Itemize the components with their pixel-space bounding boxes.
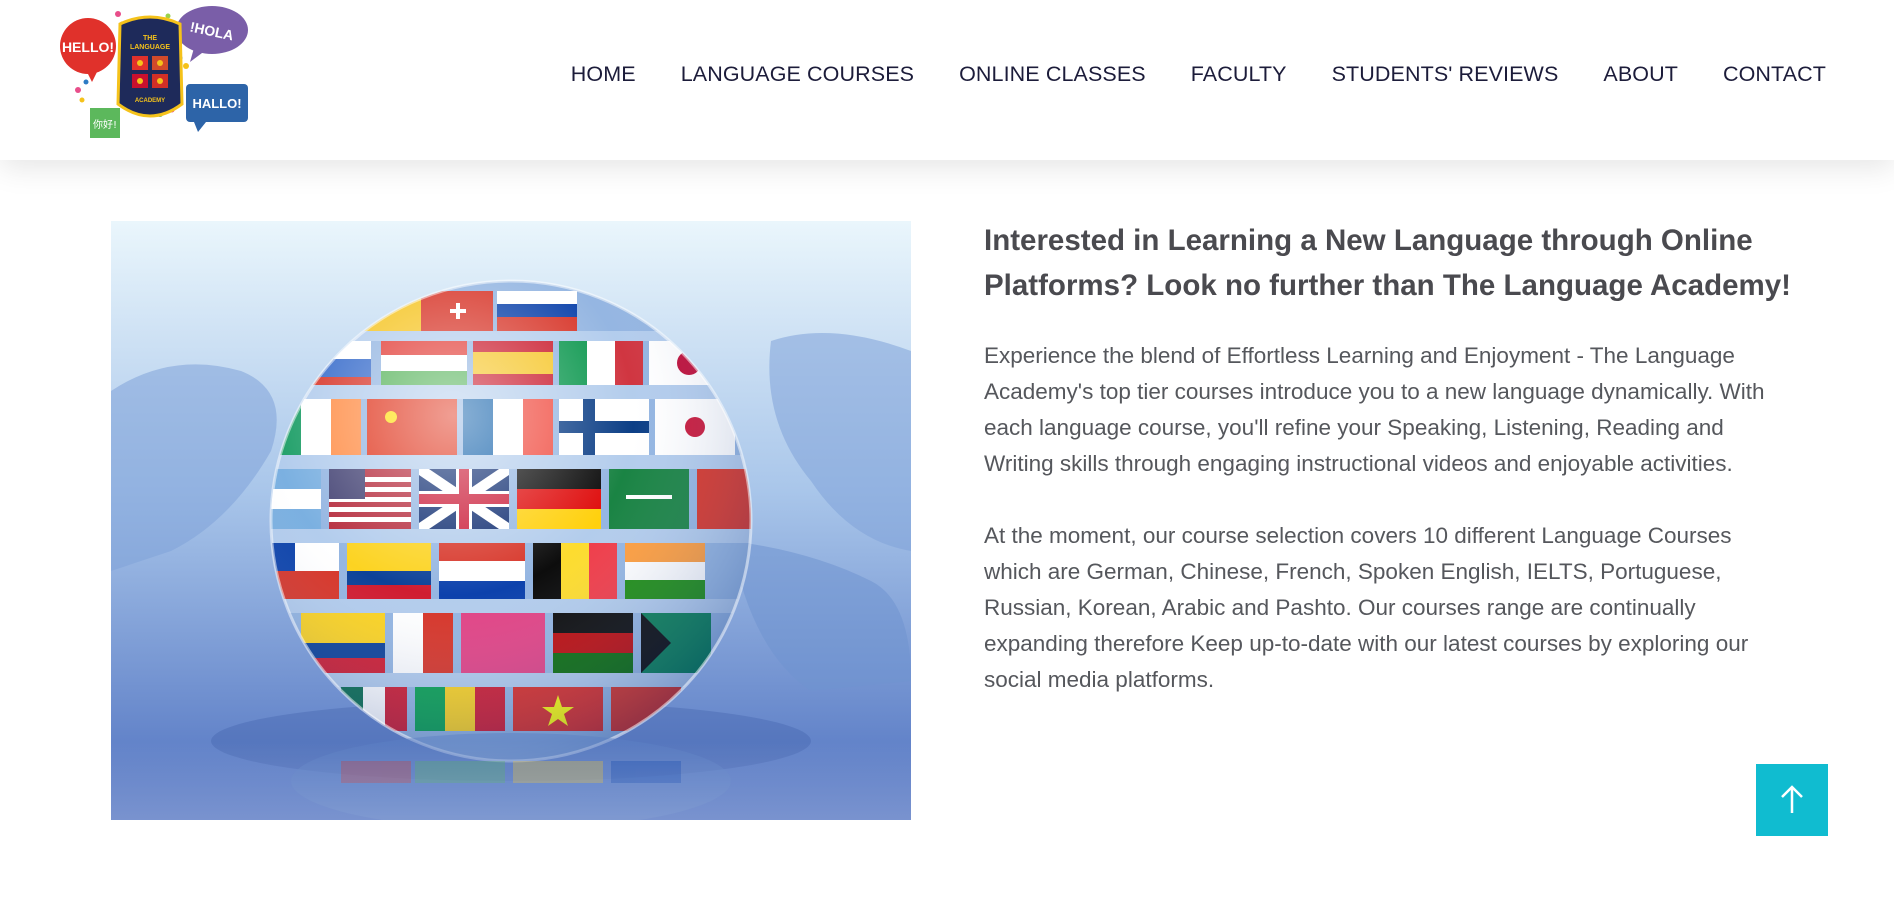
intro-paragraph-1: Experience the blend of Effortless Learn… [984, 343, 1765, 476]
logo-hello-text: HELLO! [62, 39, 114, 55]
hero-globe-image [111, 221, 911, 820]
intro-paragraph-2: At the moment, our course selection cove… [984, 523, 1749, 692]
logo-hallo-text: HALLO! [192, 96, 241, 111]
back-to-top-button[interactable] [1756, 764, 1828, 836]
main-nav: HOME LANGUAGE COURSES ONLINE CLASSES FAC… [571, 62, 1826, 87]
site-logo[interactable]: HELLO! !HOLA HALLO! 你好! THE LANGUAGE ACA… [56, 4, 252, 142]
intro-heading: Interested in Learning a New Language th… [984, 224, 1791, 302]
logo-badge-line3: ACADEMY [135, 98, 165, 104]
nav-item-about[interactable]: ABOUT [1603, 62, 1678, 87]
nav-item-language-courses[interactable]: LANGUAGE COURSES [681, 62, 914, 87]
intro-section: Interested in Learning a New Language th… [984, 218, 1794, 698]
site-header: HELLO! !HOLA HALLO! 你好! THE LANGUAGE ACA… [0, 0, 1894, 160]
logo-nihao-text: 你好! [93, 118, 117, 131]
nav-item-online-classes[interactable]: ONLINE CLASSES [959, 62, 1146, 87]
nav-item-students-reviews[interactable]: STUDENTS' REVIEWS [1332, 62, 1559, 87]
nav-item-faculty[interactable]: FACULTY [1191, 62, 1287, 87]
logo-badge-line1: THE [143, 35, 157, 42]
arrow-up-icon [1781, 785, 1803, 813]
nav-item-contact[interactable]: CONTACT [1723, 62, 1826, 87]
logo-badge-line2: LANGUAGE [130, 44, 170, 51]
nav-item-home[interactable]: HOME [571, 62, 636, 87]
